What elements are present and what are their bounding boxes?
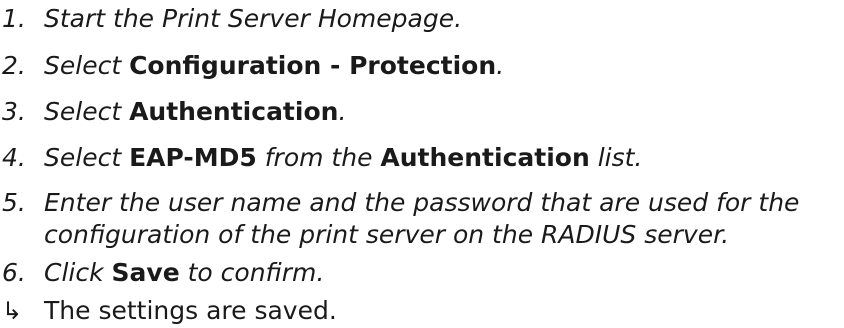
step-text: Start the Print Server Homepage.: [44, 4, 463, 33]
step-text: Select EAP-MD5 from the Authentication l…: [44, 143, 643, 172]
step-text-line-1: Enter the user name and the password tha…: [44, 188, 800, 217]
step-number: 6.: [2, 258, 26, 287]
step-text: Click Save to confirm.: [44, 258, 325, 287]
result-arrow-icon: ↳: [2, 297, 23, 325]
step-text: Select Configuration - Protection.: [44, 51, 505, 80]
ui-term: Authentication: [129, 97, 339, 126]
step-text-line-2: configuration of the print server on the…: [44, 220, 730, 249]
ui-term: Authentication: [380, 143, 590, 172]
menu-path: Configuration - Protection: [129, 51, 497, 80]
instruction-list: 1. Start the Print Server Homepage. 2. S…: [0, 0, 844, 326]
step-number: 2.: [2, 51, 26, 80]
ui-term: EAP-MD5: [129, 143, 257, 172]
step-number: 1.: [2, 4, 26, 33]
ui-term: Save: [111, 258, 180, 287]
step-number: 5.: [2, 188, 26, 217]
step-text: Select Authentication.: [44, 97, 347, 126]
step-number: 3.: [2, 97, 26, 126]
step-number: 4.: [2, 143, 26, 172]
result-text: The settings are saved.: [44, 296, 337, 325]
